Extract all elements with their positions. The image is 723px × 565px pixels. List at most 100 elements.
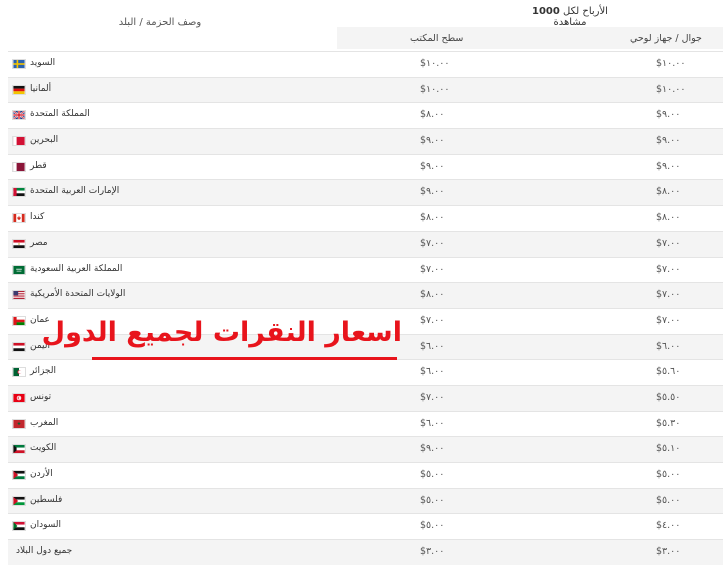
mobile-column-header: جوال / جهاز لوحي: [630, 33, 702, 44]
table-header: وصف الحزمة / البلد الأرباح لكل 1000 مشاه…: [0, 0, 723, 52]
desktop-price: $٨.٠٠: [420, 212, 445, 224]
table-row: المغرب $٦.٠٠ $٥.٣٠: [8, 410, 723, 437]
desktop-price: $٨.٠٠: [420, 109, 445, 121]
mobile-price: $٧.٠٠: [656, 289, 681, 301]
qatar-flag-icon: [12, 161, 26, 172]
mobile-price: $٤.٠٠: [656, 520, 681, 532]
country-name: الولايات المتحدة الأمريكية: [30, 289, 126, 300]
desktop-price: $٧.٠٠: [420, 263, 445, 275]
mobile-price: $١٠.٠٠: [656, 58, 686, 69]
uae-flag-icon: [12, 187, 26, 198]
desktop-price: $٥.٠٠: [420, 520, 445, 532]
table-row: السويد $١٠.٠٠ $١٠.٠٠: [8, 51, 723, 77]
germany-flag-icon: [12, 84, 26, 95]
oman-flag-icon: [12, 315, 26, 326]
table-row: فلسطين $٥.٠٠ $٥.٠٠: [8, 487, 723, 514]
desktop-price: $٦.٠٠: [420, 366, 445, 378]
mobile-price: $٧.٠٠: [656, 263, 681, 275]
yemen-flag-icon: [12, 341, 26, 352]
desktop-price: $٩.٠٠: [420, 135, 445, 147]
desktop-price: $٧.٠٠: [420, 237, 445, 249]
country-name: الأردن: [30, 469, 53, 479]
tunisia-flag-icon: [12, 392, 26, 403]
desktop-price: $٥.٠٠: [420, 469, 445, 480]
desktop-price: $١٠.٠٠: [420, 58, 450, 69]
mobile-price: $٩.٠٠: [656, 160, 681, 172]
mobile-price: $٥.٣٠: [656, 417, 681, 429]
desktop-price: $٨.٠٠: [420, 289, 445, 301]
earnings-count: 1000: [532, 6, 560, 17]
mobile-price: $١٠.٠٠: [656, 83, 686, 95]
palestine-flag-icon: [12, 495, 26, 506]
country-name: مصر: [30, 237, 48, 248]
mobile-price: $٥.٠٠: [656, 469, 681, 480]
sudan-flag-icon: [12, 521, 26, 532]
desktop-price: $٣.٠٠: [420, 546, 445, 558]
mobile-price: $٧.٠٠: [656, 237, 681, 249]
egypt-flag-icon: [12, 238, 26, 249]
table-row: المملكة المتحدة $٨.٠٠ $٩.٠٠: [8, 102, 723, 128]
table-row: الكويت $٩.٠٠ $٥.١٠: [8, 436, 723, 462]
country-name: الكويت: [30, 443, 57, 454]
table-row: الولايات المتحدة الأمريكية $٨.٠٠ $٧.٠٠: [8, 282, 723, 308]
country-name: البحرين: [30, 135, 59, 146]
desktop-price: $٦.٠٠: [420, 340, 445, 352]
desktop-column-header: سطح المكتب: [410, 33, 464, 44]
saudi-flag-icon: [12, 264, 26, 275]
country-name: فلسطين: [30, 494, 63, 505]
table-row: كندا $٨.٠٠ $٨.٠٠: [8, 205, 723, 231]
country-column-header: وصف الحزمة / البلد: [118, 17, 202, 28]
country-name: قطر: [30, 160, 47, 171]
table-row: ألمانيا $١٠.٠٠ $١٠.٠٠: [8, 76, 723, 103]
country-name: المغرب: [30, 417, 59, 428]
desktop-price: $١٠.٠٠: [420, 83, 450, 95]
country-name: السودان: [30, 520, 62, 531]
table-row: البحرين $٩.٠٠ $٩.٠٠: [8, 128, 723, 154]
table-row: جميع دول البلاد $٣.٠٠ $٣.٠٠: [8, 539, 723, 565]
jordan-flag-icon: [12, 470, 26, 480]
table-row: السودان $٥.٠٠ $٤.٠٠: [8, 513, 723, 539]
table-row: تونس $٧.٠٠ $٥.٥٠: [8, 384, 723, 411]
table-row: الأردن $٥.٠٠ $٥.٠٠: [8, 462, 723, 488]
mobile-price: $٧.٠٠: [656, 314, 681, 326]
mobile-price: $٦.٠٠: [656, 340, 681, 352]
mobile-price: $٨.٠٠: [656, 212, 681, 224]
desktop-price: $٦.٠٠: [420, 417, 445, 429]
earnings-header: الأرباح لكل 1000 مشاهدة: [520, 6, 620, 28]
uk-flag-icon: [12, 110, 26, 121]
country-name: السويد: [30, 58, 56, 68]
mobile-price: $٥.٦٠: [656, 366, 681, 378]
canada-flag-icon: [12, 213, 26, 224]
sweden-flag-icon: [12, 59, 26, 69]
country-name: كندا: [30, 212, 45, 223]
desktop-price: $٧.٠٠: [420, 314, 445, 326]
bahrain-flag-icon: [12, 136, 26, 147]
country-name: ألمانيا: [30, 83, 52, 94]
mobile-price: $٥.٥٠: [656, 391, 681, 403]
morocco-flag-icon: [12, 418, 26, 429]
mobile-price: $٩.٠٠: [656, 135, 681, 147]
overlay-title: اسعار النقرات لجميع الدول: [41, 317, 402, 348]
table-row: المملكة العربية السعودية $٧.٠٠ $٧.٠٠: [8, 256, 723, 283]
table-row: الجزائر $٦.٠٠ $٥.٦٠: [8, 359, 723, 385]
country-name: جميع دول البلاد: [16, 546, 73, 557]
algeria-flag-icon: [12, 367, 26, 378]
table-row: مصر $٧.٠٠ $٧.٠٠: [8, 230, 723, 257]
mobile-price: $٩.٠٠: [656, 109, 681, 121]
mobile-price: $٣.٠٠: [656, 546, 681, 558]
desktop-price: $٩.٠٠: [420, 186, 445, 198]
country-name: تونس: [30, 391, 52, 402]
pricing-table: السويد $١٠.٠٠ $١٠.٠٠ ألمانيا $١٠.٠٠ $١٠.…: [8, 51, 723, 565]
earnings-prefix: الأرباح لكل: [563, 6, 608, 17]
overlay-underline: [92, 357, 397, 360]
mobile-price: $٥.٠٠: [656, 494, 681, 506]
desktop-price: $٧.٠٠: [420, 391, 445, 403]
desktop-price: $٩.٠٠: [420, 443, 445, 455]
mobile-price: $٨.٠٠: [656, 186, 681, 198]
mobile-price: $٥.١٠: [656, 443, 681, 455]
usa-flag-icon: [12, 290, 26, 301]
country-name: المملكة المتحدة: [30, 109, 90, 120]
country-name: المملكة العربية السعودية: [30, 263, 123, 274]
desktop-price: $٩.٠٠: [420, 160, 445, 172]
desktop-price: $٥.٠٠: [420, 494, 445, 506]
